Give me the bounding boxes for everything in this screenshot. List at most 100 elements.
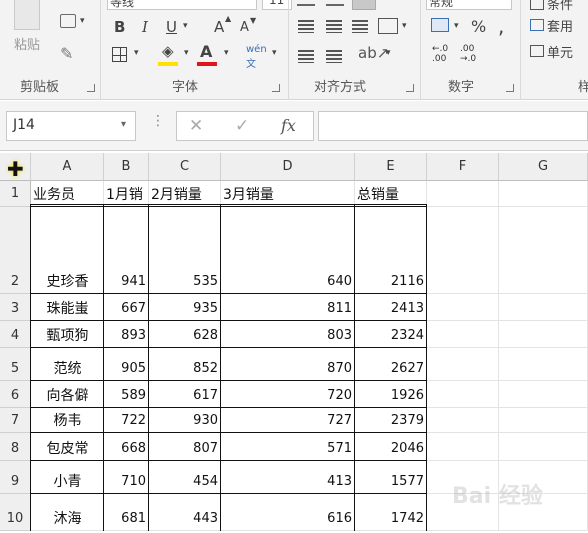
table-format-button[interactable]: 套用 [547, 16, 573, 35]
align-bottom-icon[interactable] [352, 0, 376, 10]
formula-input[interactable] [318, 111, 588, 141]
header-cell-e[interactable]: 总销量 [357, 185, 427, 205]
salesperson-cell[interactable]: 小青 [31, 472, 104, 492]
salesperson-cell[interactable]: 史珍香 [31, 272, 104, 292]
accounting-format-icon[interactable] [431, 18, 449, 32]
orientation-icon[interactable]: ab↗ [358, 44, 389, 62]
sales-cell-c[interactable]: 617 [149, 386, 221, 406]
cell-styles-button[interactable]: 单元 [547, 42, 573, 61]
sales-cell-e[interactable]: 2116 [355, 272, 427, 292]
dropdown-chevron-icon[interactable]: ▾ [134, 48, 139, 58]
sales-cell-e[interactable]: 2413 [355, 299, 427, 319]
sales-cell-b[interactable]: 941 [104, 272, 149, 292]
worksheet-grid[interactable]: ✚ A B C D E F G 1 2 3 4 5 6 7 8 9 10 业务员 1月销 2月销量 3月销量 总销量 史珍香… [0, 153, 588, 531]
align-middle-icon[interactable] [326, 0, 344, 6]
sales-cell-e[interactable]: 1742 [355, 509, 427, 529]
clipboard-launcher-icon[interactable] [87, 84, 95, 92]
sales-cell-e[interactable]: 2379 [355, 411, 427, 431]
number-launcher-icon[interactable] [506, 84, 514, 92]
header-cell-a[interactable]: 业务员 [33, 185, 104, 205]
paste-button[interactable]: 粘贴 [14, 34, 40, 53]
cell-styles-icon[interactable] [530, 45, 544, 57]
comma-button[interactable]: , [498, 14, 504, 38]
sales-cell-d[interactable]: 870 [221, 359, 355, 379]
align-top-icon[interactable] [297, 0, 315, 6]
header-cell-d[interactable]: 3月销量 [223, 185, 355, 205]
conditional-format-icon[interactable] [530, 0, 544, 10]
row-header[interactable]: 10 [0, 494, 31, 531]
sales-cell-b[interactable]: 893 [104, 326, 149, 346]
format-painter-icon[interactable]: ✎ [60, 44, 73, 63]
sales-cell-c[interactable]: 935 [149, 299, 221, 319]
sales-cell-b[interactable]: 722 [104, 411, 149, 431]
conditional-format-button[interactable]: 条件 [547, 0, 573, 13]
increase-decimal-button[interactable]: ←.0.00 [432, 44, 448, 64]
salesperson-cell[interactable]: 范统 [31, 359, 104, 379]
sales-cell-e[interactable]: 1926 [355, 386, 427, 406]
row-header[interactable]: 2 [0, 207, 31, 294]
column-header-g[interactable]: G [499, 153, 588, 181]
sales-cell-c[interactable]: 930 [149, 411, 221, 431]
decrease-indent-icon[interactable] [298, 50, 314, 63]
sales-cell-c[interactable]: 628 [149, 326, 221, 346]
salesperson-cell[interactable]: 沐海 [31, 509, 104, 529]
table-format-icon[interactable] [530, 19, 544, 31]
sales-cell-d[interactable]: 413 [221, 472, 355, 492]
more-options-icon[interactable]: ⋮ [151, 113, 165, 129]
salesperson-cell[interactable]: 杨韦 [31, 411, 104, 431]
dropdown-chevron-icon[interactable]: ▾ [386, 48, 391, 58]
alignment-launcher-icon[interactable] [406, 84, 414, 92]
row-header[interactable]: 4 [0, 321, 31, 348]
font-name-select[interactable]: 等线 [107, 0, 257, 10]
cancel-icon[interactable]: ✕ [189, 116, 203, 136]
sales-cell-d[interactable]: 811 [221, 299, 355, 319]
dropdown-chevron-icon[interactable]: ▾ [183, 21, 188, 31]
sales-cell-e[interactable]: 2627 [355, 359, 427, 379]
increase-indent-icon[interactable] [326, 50, 342, 63]
grow-font-button[interactable]: A [214, 18, 224, 36]
row-header[interactable]: 7 [0, 408, 31, 433]
enter-icon[interactable]: ✓ [235, 116, 249, 136]
sales-cell-e[interactable]: 2324 [355, 326, 427, 346]
sales-cell-b[interactable]: 667 [104, 299, 149, 319]
salesperson-cell[interactable]: 包皮常 [31, 439, 104, 459]
column-header-d[interactable]: D [221, 153, 355, 181]
sales-cell-b[interactable]: 668 [104, 439, 149, 459]
salesperson-cell[interactable]: 向各僻 [31, 386, 104, 406]
sales-cell-d[interactable]: 720 [221, 386, 355, 406]
header-cell-c[interactable]: 2月销量 [151, 185, 221, 205]
sales-cell-e[interactable]: 1577 [355, 472, 427, 492]
name-box[interactable]: J14 ▾ [6, 111, 136, 141]
fill-color-icon[interactable]: ◈ [162, 42, 174, 60]
shrink-font-button[interactable]: A [240, 20, 249, 35]
sales-cell-d[interactable]: 616 [221, 509, 355, 529]
number-format-select[interactable]: 常规 [426, 0, 512, 10]
sales-cell-b[interactable]: 589 [104, 386, 149, 406]
font-color-icon[interactable]: A [200, 42, 212, 61]
sales-cell-c[interactable]: 535 [149, 272, 221, 292]
salesperson-cell[interactable]: 甄项狗 [31, 326, 104, 346]
sales-cell-d[interactable]: 727 [221, 411, 355, 431]
decrease-decimal-button[interactable]: .00 →.0 [460, 44, 476, 64]
header-cell-b[interactable]: 1月销 [106, 185, 149, 205]
sales-cell-c[interactable]: 807 [149, 439, 221, 459]
row-header[interactable]: 1 [0, 181, 31, 207]
dropdown-chevron-icon[interactable]: ▾ [184, 48, 189, 58]
column-header-f[interactable]: F [427, 153, 499, 181]
sales-cell-b[interactable]: 710 [104, 472, 149, 492]
sales-cell-e[interactable]: 2046 [355, 439, 427, 459]
sales-cell-d[interactable]: 571 [221, 439, 355, 459]
borders-icon[interactable] [112, 47, 127, 62]
row-header[interactable]: 5 [0, 348, 31, 381]
underline-button[interactable]: U [166, 18, 177, 36]
sales-cell-b[interactable]: 905 [104, 359, 149, 379]
sales-cell-b[interactable]: 681 [104, 509, 149, 529]
align-left-icon[interactable] [298, 20, 314, 33]
insert-function-icon[interactable]: fx [281, 116, 296, 135]
align-center-icon[interactable] [326, 20, 342, 33]
sales-cell-c[interactable]: 852 [149, 359, 221, 379]
merge-center-icon[interactable] [378, 18, 398, 34]
salesperson-cell[interactable]: 珠能蚩 [31, 299, 104, 319]
paste-icon[interactable] [14, 0, 40, 30]
row-header[interactable]: 8 [0, 433, 31, 461]
